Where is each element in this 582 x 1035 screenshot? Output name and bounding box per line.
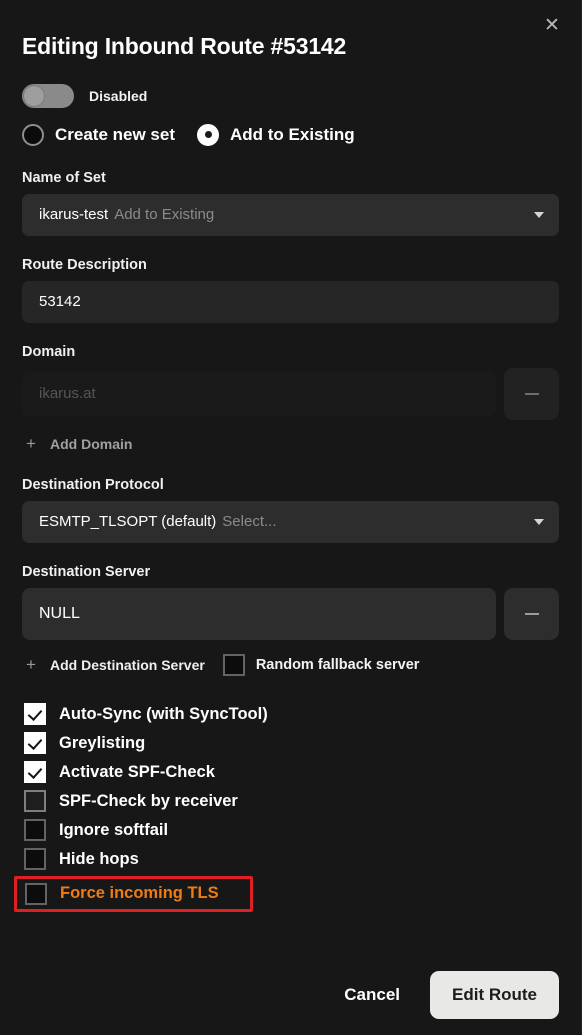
chevron-down-icon <box>534 211 544 218</box>
minus-icon <box>524 392 539 395</box>
random-fallback-checkbox[interactable] <box>222 653 245 676</box>
name-of-set-select[interactable]: ikarus-test Add to Existing <box>22 193 559 236</box>
destination-protocol-placeholder: Select... <box>222 513 277 531</box>
page-title: Editing Inbound Route #53142 <box>22 33 347 59</box>
checkbox-greylisting[interactable] <box>24 732 46 755</box>
options-list: Auto-Sync (with SyncTool) Greylisting Ac… <box>14 700 559 912</box>
option-row-force-incoming-tls[interactable]: Force incoming TLS <box>14 875 253 912</box>
checkbox-auto-sync[interactable] <box>24 703 46 726</box>
destination-protocol-value: ESMTP_TLSOPT (default) <box>39 513 217 531</box>
remove-destination-server-button[interactable] <box>504 587 559 640</box>
option-label-activate-spf-check: Activate SPF-Check <box>59 762 215 781</box>
name-of-set-value: ikarus-test <box>39 206 109 224</box>
option-label-force-incoming-tls: Force incoming TLS <box>60 884 219 903</box>
checkbox-force-incoming-tls[interactable] <box>25 882 47 905</box>
set-mode-radio-group: Create new set Add to Existing <box>22 121 559 149</box>
destination-server-actions: + Add Destination Server Random fallback… <box>22 652 559 678</box>
option-row-spf-check-by-receiver[interactable]: SPF-Check by receiver <box>22 787 559 816</box>
enable-toggle-label: Disabled <box>89 87 148 104</box>
enable-toggle[interactable] <box>22 83 74 108</box>
checkbox-spf-check-by-receiver[interactable] <box>24 790 46 813</box>
option-label-spf-check-by-receiver: SPF-Check by receiver <box>59 791 238 810</box>
minus-icon <box>524 612 539 615</box>
dialog-footer: Cancel Edit Route <box>22 971 559 1035</box>
checkbox-ignore-softfail[interactable] <box>24 819 46 842</box>
option-row-greylisting[interactable]: Greylisting <box>22 729 559 758</box>
option-row-activate-spf-check[interactable]: Activate SPF-Check <box>22 758 559 787</box>
option-label-greylisting: Greylisting <box>59 733 146 752</box>
option-row-ignore-softfail[interactable]: Ignore softfail <box>22 816 559 845</box>
add-domain-label: Add Domain <box>50 435 133 452</box>
random-fallback-label: Random fallback server <box>255 656 420 673</box>
option-label-ignore-softfail: Ignore softfail <box>59 820 169 839</box>
destination-server-input[interactable] <box>22 587 496 640</box>
destination-protocol-label: Destination Protocol <box>22 476 164 493</box>
radio-dot <box>204 131 212 139</box>
destination-protocol-select[interactable]: ESMTP_TLSOPT (default) Select... <box>22 500 559 543</box>
edit-inbound-route-dialog: ✕ Editing Inbound Route #53142 Disabled … <box>0 0 582 1035</box>
route-description-input[interactable] <box>22 280 559 323</box>
cancel-button[interactable]: Cancel <box>328 973 416 1017</box>
close-icon[interactable]: ✕ <box>537 10 567 40</box>
enable-toggle-row: Disabled <box>22 83 559 109</box>
add-destination-server-label[interactable]: Add Destination Server <box>50 657 205 673</box>
plus-icon: + <box>26 434 36 454</box>
name-of-set-label: Name of Set <box>22 169 106 186</box>
plus-icon[interactable]: + <box>22 656 40 673</box>
option-label-auto-sync: Auto-Sync (with SyncTool) <box>59 704 268 723</box>
domain-input[interactable] <box>22 371 496 416</box>
edit-route-button[interactable]: Edit Route <box>430 971 559 1019</box>
option-row-auto-sync[interactable]: Auto-Sync (with SyncTool) <box>22 700 559 729</box>
destination-server-row <box>22 587 559 640</box>
remove-domain-button[interactable] <box>504 367 559 420</box>
add-domain-button[interactable]: + Add Domain <box>22 432 559 456</box>
name-of-set-placeholder: Add to Existing <box>114 206 215 224</box>
toggle-knob <box>24 85 44 106</box>
chevron-down-icon <box>534 518 544 525</box>
destination-server-label: Destination Server <box>22 563 151 580</box>
destination-server-input-wrapper <box>22 587 496 640</box>
domain-row <box>22 367 559 420</box>
domain-label: Domain <box>22 343 76 360</box>
checkbox-hide-hops[interactable] <box>24 848 46 871</box>
radio-add-to-existing-label: Add to Existing <box>230 124 355 144</box>
radio-add-to-existing[interactable] <box>197 123 219 146</box>
option-row-hide-hops[interactable]: Hide hops <box>22 845 559 874</box>
route-description-label: Route Description <box>22 256 147 273</box>
option-label-hide-hops: Hide hops <box>59 849 139 868</box>
radio-create-new-set-label: Create new set <box>55 124 175 144</box>
checkbox-activate-spf-check[interactable] <box>24 761 46 784</box>
radio-create-new-set[interactable] <box>22 123 44 146</box>
domain-input-wrapper <box>22 371 496 416</box>
